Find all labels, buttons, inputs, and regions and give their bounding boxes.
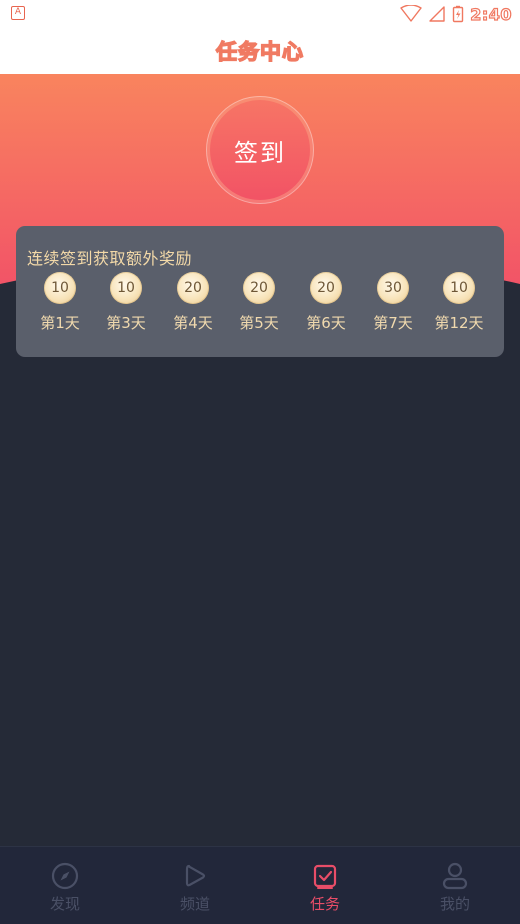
coin-icon: 10 [44,272,76,304]
streak-reward-card: 连续签到获取额外奖励 10 第1天 10 第3天 20 第4天 20 第5天 2… [16,226,504,357]
day-label: 第4天 [173,314,213,332]
day-label: 第7天 [373,314,413,332]
coin-icon: 20 [310,272,342,304]
checkin-button-ring: 签到 [206,96,314,204]
nav-item-profile[interactable]: 我的 [390,847,520,924]
page-title: 任务中心 [215,39,304,64]
task-check-icon [313,864,337,889]
day-label: 第5天 [239,314,279,332]
nav-item-channel[interactable]: 频道 [130,847,260,924]
coin-icon: 10 [443,272,475,304]
title-bar: 任务中心 [0,28,520,74]
battery-icon [453,5,464,23]
compass-icon [51,862,79,890]
nav-label: 任务 [309,895,340,913]
wifi-icon [400,5,422,22]
coin-icon: 20 [177,272,209,304]
nav-label: 我的 [439,895,470,913]
status-indicators: 2:40 [400,2,512,26]
bottom-nav: 发现 频道 任务 我的 [0,846,520,924]
play-icon [185,864,206,887]
nav-item-tasks[interactable]: 任务 [260,847,390,924]
checkin-button[interactable]: 签到 [210,100,310,200]
status-bar: A 2:40 [0,0,520,28]
streak-reward-title: 连续签到获取额外奖励 [27,249,193,268]
app-notification-icon: A [11,6,25,20]
coin-icon: 20 [243,272,275,304]
day-label: 第6天 [306,314,346,332]
cell-signal-icon [429,6,445,22]
coin-icon: 30 [377,272,409,304]
day-label: 第12天 [434,314,484,332]
day-label: 第1天 [40,314,80,332]
user-icon [442,862,468,890]
coin-icon: 10 [110,272,142,304]
nav-item-discover[interactable]: 发现 [0,847,130,924]
day-label: 第3天 [106,314,146,332]
nav-label: 发现 [49,895,80,913]
nav-label: 频道 [179,895,210,913]
clock: 2:40 [470,4,512,24]
